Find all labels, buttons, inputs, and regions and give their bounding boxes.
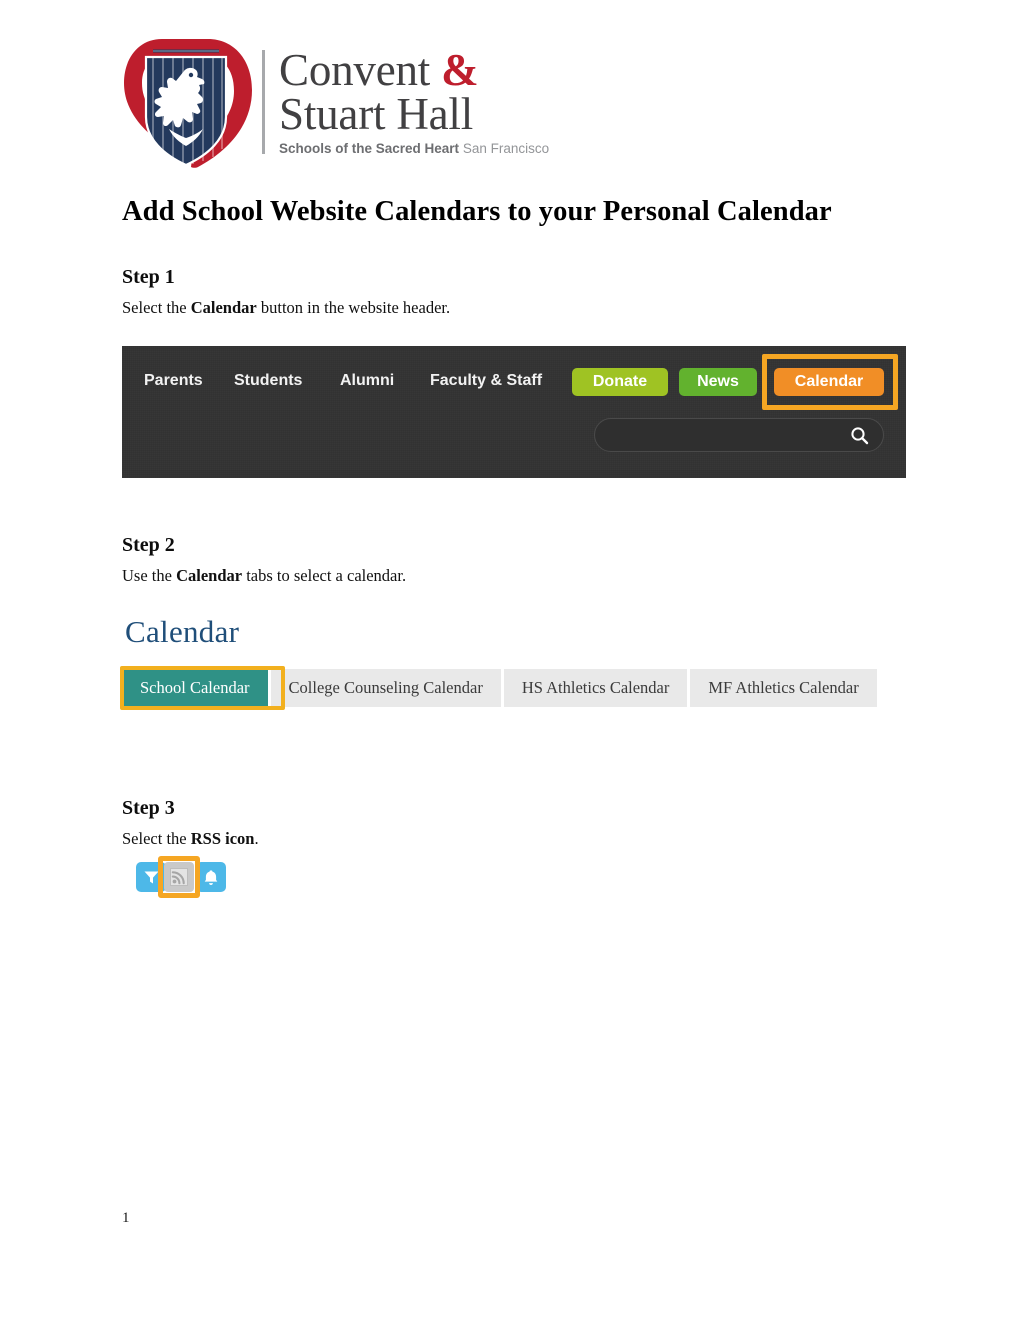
step-2-instruction: Use the Calendar tabs to select a calend… (122, 566, 406, 586)
nav-link-parents[interactable]: Parents (144, 372, 203, 390)
step-3-heading: Step 3 (122, 797, 175, 819)
tab-mf-athletics-calendar[interactable]: MF Athletics Calendar (690, 669, 877, 707)
step-2-text-after: tabs to select a calendar. (242, 566, 407, 585)
tab-college-counseling-calendar[interactable]: College Counseling Calendar (270, 669, 501, 707)
page-number: 1 (122, 1210, 130, 1226)
step-2-heading: Step 2 (122, 534, 175, 556)
step-1-text-after: button in the website header. (256, 298, 451, 317)
screenshot-calendar-icon-row (134, 856, 230, 898)
nav-link-students[interactable]: Students (234, 372, 302, 390)
step-3-instruction: Select the RSS icon. (122, 829, 259, 849)
logo-line-1: Convent & (279, 44, 549, 95)
nav-link-alumni[interactable]: Alumni (340, 372, 394, 390)
step-1-instruction: Select the Calendar button in the websit… (122, 298, 450, 318)
step-1-text-before: Select the (122, 298, 191, 317)
search-icon (850, 426, 869, 450)
screenshot-website-header: Parents Students Alumni Faculty & Staff … (122, 346, 906, 478)
logo-tagline-bold: Schools of the Sacred Heart (279, 141, 460, 157)
logo-line-2: Stuart Hall (279, 89, 474, 139)
step-1-text-bold: Calendar (190, 298, 257, 317)
bell-icon[interactable] (196, 862, 226, 892)
nav-link-faculty-staff[interactable]: Faculty & Staff (430, 372, 542, 390)
step-3-text-after: . (254, 829, 259, 848)
calendar-tab-list: School Calendar College Counseling Calen… (122, 669, 877, 707)
screenshot-calendar-tabs: Calendar School Calendar College Counsel… (120, 614, 906, 724)
logo-ampersand: & (441, 44, 479, 95)
logo-wordmark: Convent & Stuart Hall Schools of the Sac… (279, 44, 549, 156)
donate-button[interactable]: Donate (572, 368, 668, 396)
tab-hs-athletics-calendar[interactable]: HS Athletics Calendar (503, 669, 688, 707)
news-button[interactable]: News (679, 368, 757, 396)
logo-tagline: Schools of the Sacred Heart San Francisc… (279, 141, 549, 156)
search-input[interactable] (594, 418, 884, 452)
logo-divider (262, 50, 265, 154)
calendar-page-heading: Calendar (125, 614, 240, 649)
logo-tagline-city: San Francisco (459, 141, 550, 157)
step-3-text-before: Select the (122, 829, 191, 848)
step-2-text-bold: Calendar (176, 566, 243, 585)
rss-icon[interactable] (164, 862, 194, 892)
shield-lion-crest-icon (122, 33, 254, 171)
step-1-heading: Step 1 (122, 266, 175, 288)
step-2-text-before: Use the (122, 566, 177, 585)
step-3-text-bold: RSS icon (190, 829, 255, 848)
page-title: Add School Website Calendars to your Per… (122, 196, 832, 227)
tab-school-calendar[interactable]: School Calendar (122, 669, 268, 707)
logo-line-1-text: Convent (279, 44, 442, 95)
school-logo: Convent & Stuart Hall Schools of the Sac… (122, 32, 549, 172)
document-page: Convent & Stuart Hall Schools of the Sac… (0, 0, 1020, 1320)
calendar-button[interactable]: Calendar (774, 368, 884, 396)
website-nav-row: Parents Students Alumni Faculty & Staff … (122, 346, 906, 416)
filter-icon[interactable] (136, 862, 166, 892)
